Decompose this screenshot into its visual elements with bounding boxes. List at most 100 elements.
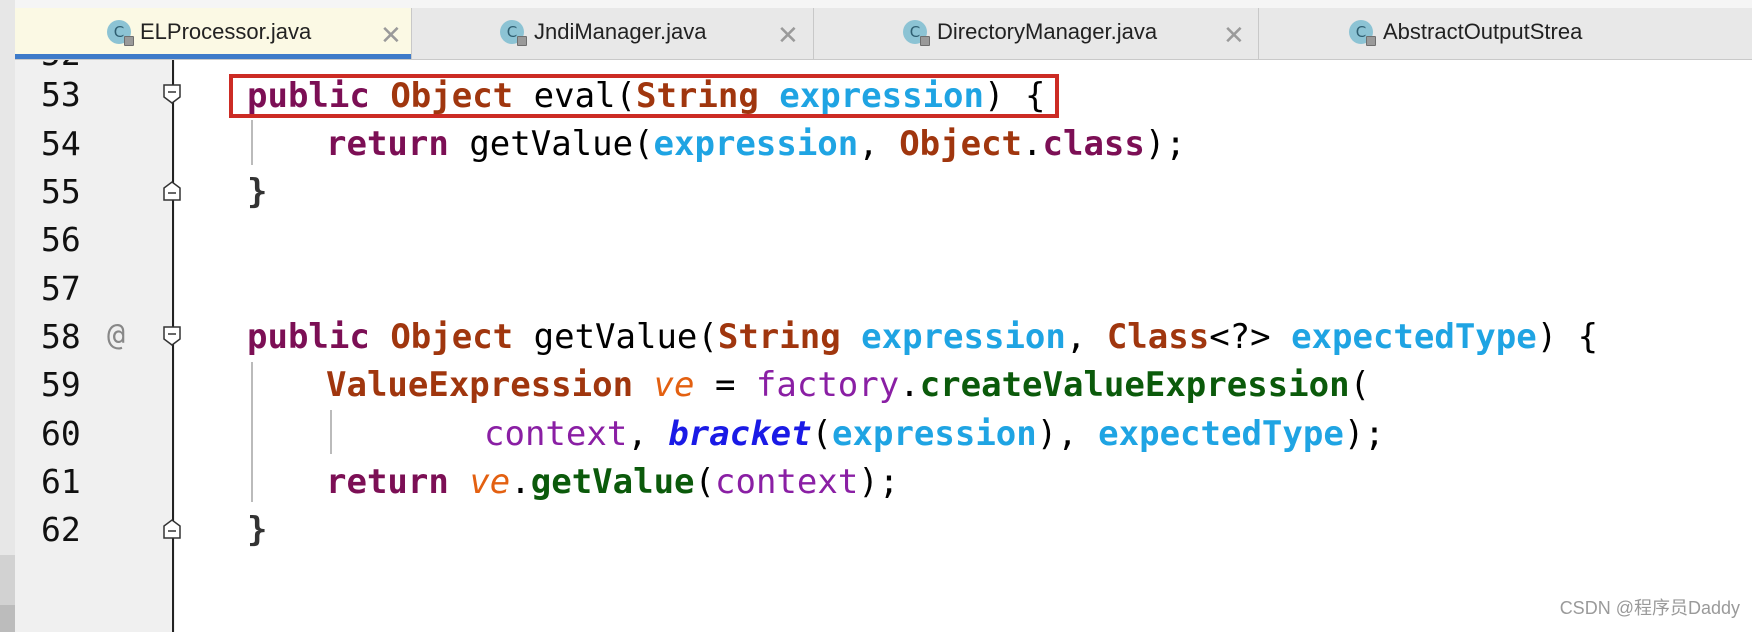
left-tool-strip — [0, 0, 16, 632]
token-punctuation: . — [899, 365, 920, 405]
tab-elprocessor[interactable]: C ELProcessor.java ✕ — [15, 8, 412, 59]
highlight-box — [229, 74, 1059, 118]
token-type: Object — [899, 124, 1023, 164]
tool-strip-selection — [0, 555, 15, 605]
token-punctuation: , — [627, 414, 669, 454]
token-method-call: getValue — [530, 462, 695, 502]
token-field: context — [715, 462, 859, 502]
class-icon: C — [107, 20, 134, 46]
line-number: 60 — [41, 414, 81, 453]
token-type: Class — [1106, 317, 1210, 357]
close-icon[interactable]: ✕ — [380, 23, 402, 49]
watermark: CSDN @程序员Daddy — [1559, 598, 1740, 618]
line-number: 62 — [41, 510, 81, 549]
token-punctuation: , — [1057, 414, 1099, 454]
token-method-call: createValueExpression — [919, 365, 1350, 405]
line-number: 55 — [41, 172, 81, 211]
code-line-58: public Object getValue(String expression… — [247, 317, 1598, 357]
token-static-method: bracket — [668, 414, 812, 454]
close-icon[interactable]: ✕ — [1223, 23, 1245, 49]
class-icon-letter: C — [909, 23, 921, 41]
tab-label: DirectoryManager.java — [937, 19, 1158, 44]
tab-jndimanager[interactable]: C JndiManager.java ✕ — [412, 8, 814, 59]
tab-directorymanager[interactable]: C DirectoryManager.java ✕ — [814, 8, 1259, 59]
token-punctuation: ) — [1036, 414, 1058, 454]
line-number: 57 — [41, 269, 81, 308]
fold-end-icon[interactable] — [163, 519, 181, 539]
editor-tab-bar: C ELProcessor.java ✕ C JndiManager.java … — [15, 0, 1752, 60]
code-line-55: } — [247, 172, 267, 212]
close-icon[interactable]: ✕ — [777, 23, 799, 49]
token-keyword: public — [247, 317, 370, 357]
fold-collapse-icon[interactable] — [163, 326, 181, 346]
indent-guide — [251, 362, 253, 502]
token-local-variable: ve — [469, 462, 511, 502]
class-icon-letter: C — [1355, 23, 1367, 41]
fold-collapse-icon[interactable] — [163, 84, 181, 104]
tab-label: ELProcessor.java — [140, 19, 312, 44]
token-brace: } — [247, 172, 268, 212]
token-punctuation: ( — [811, 414, 833, 454]
lock-icon — [517, 36, 527, 46]
indent-guide — [330, 410, 332, 454]
line-number: 59 — [41, 365, 81, 404]
fold-guide-line — [172, 60, 174, 632]
code-line-61: return ve.getValue(context); — [326, 462, 899, 502]
line-number: 58 — [41, 317, 81, 356]
token-parameter: expression — [653, 124, 859, 164]
token-punctuation: , — [1065, 317, 1107, 357]
token-method-name: getValue( — [533, 317, 718, 357]
token-keyword: return — [326, 462, 449, 502]
token-operator: = — [694, 365, 756, 405]
tab-label: JndiManager.java — [534, 19, 707, 44]
class-icon: C — [500, 20, 527, 46]
token-local-variable: ve — [653, 365, 695, 405]
token-field: context — [484, 414, 628, 454]
token-punctuation: . — [510, 462, 531, 502]
token-keyword: return — [326, 124, 449, 164]
indent-guide — [251, 120, 253, 165]
token-type: ValueExpression — [326, 365, 634, 405]
token-generic: <?> — [1209, 317, 1292, 357]
token-field: factory — [755, 365, 900, 405]
class-icon-letter: C — [506, 23, 518, 41]
lock-icon — [920, 36, 930, 46]
lock-icon — [1366, 36, 1376, 46]
code-editor[interactable]: 52 53 54 55 56 57 58 59 60 61 62 @ publi… — [15, 60, 1752, 632]
lock-icon — [124, 36, 134, 46]
fold-end-icon[interactable] — [163, 181, 181, 201]
override-marker-icon[interactable]: @ — [107, 316, 125, 356]
token-punctuation: ); — [858, 462, 900, 502]
class-icon-letter: C — [113, 23, 125, 41]
token-punctuation: ); — [1144, 124, 1186, 164]
token-punctuation: ( — [1349, 365, 1371, 405]
code-line-62: } — [247, 510, 267, 550]
line-number: 61 — [41, 462, 81, 501]
token-punctuation: ) { — [1536, 317, 1599, 357]
line-number: 52 — [41, 60, 101, 74]
code-line-59: ValueExpression ve = factory.createValue… — [326, 365, 1370, 405]
class-icon: C — [1349, 20, 1376, 46]
code-line-60: context, bracket(expression), expectedTy… — [484, 414, 1385, 454]
token-parameter: expression — [861, 317, 1066, 357]
token-type: String — [717, 317, 841, 357]
token-type: Object — [390, 317, 514, 357]
line-number: 56 — [41, 220, 81, 259]
token-punctuation: ); — [1343, 414, 1385, 454]
tab-abstractoutputstream[interactable]: C AbstractOutputStrea — [1259, 8, 1752, 59]
line-number: 53 — [41, 75, 81, 114]
line-number: 54 — [41, 124, 81, 163]
token-keyword: class — [1042, 124, 1145, 164]
token-punctuation: , — [858, 124, 900, 164]
code-line-54: return getValue(expression, Object.class… — [326, 124, 1186, 164]
tool-strip-handle[interactable] — [0, 605, 15, 632]
token-brace: } — [247, 510, 268, 550]
token-punctuation: ( — [694, 462, 715, 502]
token-punctuation: . — [1022, 124, 1043, 164]
token-parameter: expectedType — [1291, 317, 1537, 357]
tab-label: AbstractOutputStrea — [1383, 19, 1583, 44]
token-parameter: expectedType — [1098, 414, 1344, 454]
token-parameter: expression — [832, 414, 1037, 454]
token-method-call: getValue( — [469, 124, 654, 164]
class-icon: C — [903, 20, 930, 46]
